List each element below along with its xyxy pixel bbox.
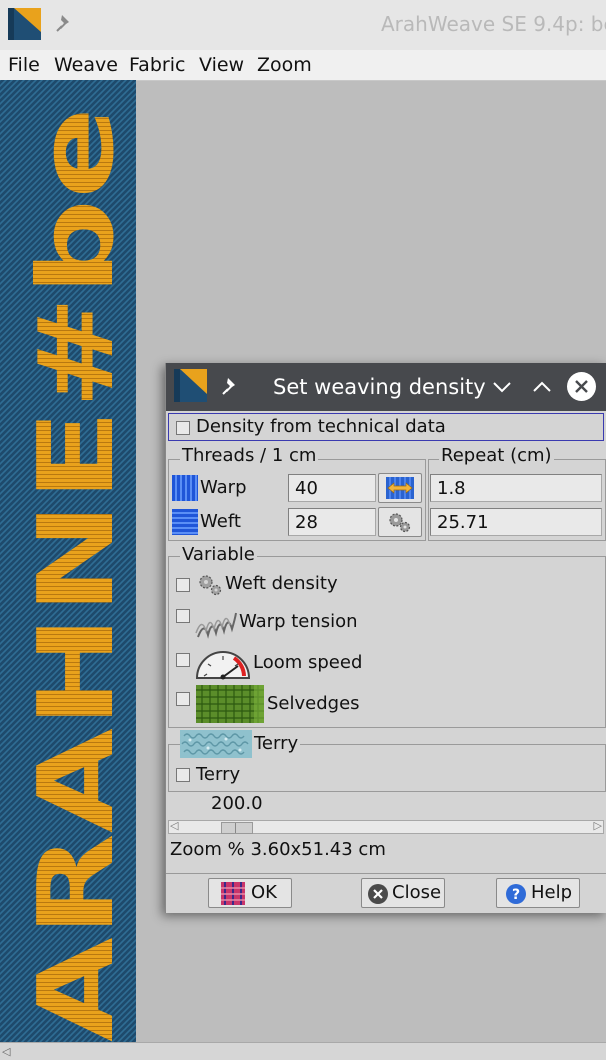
main-horizontal-scrollbar[interactable]: ◁ — [0, 1042, 606, 1060]
warp-label: Warp — [200, 477, 247, 498]
menu-file[interactable]: File — [8, 54, 40, 76]
slider-right-arrow-icon[interactable]: ▷ — [594, 819, 602, 832]
terry-towel-icon — [180, 730, 252, 758]
slider-left-arrow-icon[interactable]: ◁ — [170, 819, 178, 832]
weft-density-label: Weft density — [225, 573, 338, 594]
warp-repeat-input[interactable]: 1.8 — [430, 474, 602, 502]
swap-arrows-icon — [386, 477, 414, 499]
terry-checkbox[interactable] — [176, 768, 190, 782]
dialog-title: Set weaving density — [273, 375, 486, 399]
dialog-close-button[interactable] — [567, 372, 596, 401]
weft-label: Weft — [200, 511, 241, 532]
arahweave-app-icon — [8, 8, 41, 40]
selvedges-label: Selvedges — [267, 693, 360, 714]
button-row-divider — [166, 873, 606, 874]
terry-frame-title: Terry — [252, 733, 301, 754]
dialog-titlebar: Set weaving density — [166, 363, 606, 411]
variable-frame-title: Variable — [180, 544, 257, 565]
warp-tension-label: Warp tension — [239, 611, 358, 632]
help-button[interactable]: ? Help — [496, 878, 580, 908]
selvedges-checkbox[interactable] — [176, 692, 190, 706]
fabric-simulation[interactable]: ARAHNE#be — [0, 80, 136, 1042]
loom-speed-checkbox[interactable] — [176, 653, 190, 667]
gears-icon — [389, 513, 411, 533]
pin-icon[interactable] — [220, 375, 242, 397]
ok-button-label: OK — [251, 882, 277, 903]
warp-tension-checkbox[interactable] — [176, 609, 190, 623]
fabric-lettering: ARAHNE#be — [15, 107, 136, 1042]
zoom-readout: Zoom % 3.60x51.43 cm — [170, 839, 386, 860]
set-weaving-density-dialog: Set weaving density Density from technic… — [165, 363, 606, 913]
help-question-icon: ? — [506, 884, 526, 904]
close-circle-icon — [368, 884, 388, 904]
minimize-chevron-down-icon[interactable] — [490, 375, 514, 399]
weft-density-checkbox[interactable] — [176, 578, 190, 592]
warp-tension-spring-icon — [195, 612, 237, 639]
menu-zoom[interactable]: Zoom — [257, 54, 312, 76]
scroll-left-arrow-icon[interactable]: ◁ — [2, 1045, 10, 1058]
warp-icon — [172, 475, 198, 501]
density-from-technical-data-checkbox[interactable] — [176, 421, 190, 435]
slider-value: 200.0 — [211, 793, 263, 814]
menu-weave[interactable]: Weave — [54, 54, 118, 76]
threads-frame-title: Threads / 1 cm — [180, 445, 319, 466]
slider-thumb[interactable] — [221, 822, 253, 834]
density-from-technical-data-label: Density from technical data — [196, 416, 446, 437]
weft-repeat-input[interactable]: 25.71 — [430, 508, 602, 536]
link-density-button[interactable] — [378, 473, 422, 503]
menu-bar: File Weave Fabric View Zoom — [0, 50, 606, 81]
loom-speed-label: Loom speed — [253, 652, 363, 673]
repeat-frame-title: Repeat (cm) — [439, 445, 554, 466]
pin-icon[interactable] — [54, 12, 76, 34]
close-button[interactable]: Close — [361, 878, 445, 908]
weft-settings-button[interactable] — [378, 507, 422, 537]
weft-threads-input[interactable]: 28 — [288, 508, 376, 536]
selvedges-icon — [196, 685, 264, 723]
main-window-titlebar: ArahWeave SE 9.4p: be — [0, 0, 606, 50]
ok-button[interactable]: OK — [208, 878, 292, 908]
warp-threads-input[interactable]: 40 — [288, 474, 376, 502]
window-title: ArahWeave SE 9.4p: be — [381, 12, 606, 36]
close-icon — [575, 380, 588, 393]
close-button-label: Close — [392, 882, 442, 903]
menu-fabric[interactable]: Fabric — [129, 54, 185, 76]
density-from-technical-data-row[interactable]: Density from technical data — [168, 413, 604, 441]
zoom-slider[interactable]: ◁ ▷ — [168, 819, 604, 834]
loom-speed-gauge-icon — [195, 651, 251, 680]
weft-density-gears-icon — [199, 575, 222, 596]
weft-icon — [172, 509, 198, 535]
fabric-image: ARAHNE#be — [0, 80, 136, 1042]
menu-view[interactable]: View — [199, 54, 244, 76]
ok-weave-icon — [221, 882, 245, 905]
maximize-chevron-up-icon[interactable] — [530, 375, 554, 399]
help-button-label: Help — [531, 882, 573, 903]
arahweave-app-icon — [174, 369, 207, 402]
svg-text:?: ? — [512, 887, 520, 903]
terry-checkbox-label: Terry — [196, 764, 241, 785]
